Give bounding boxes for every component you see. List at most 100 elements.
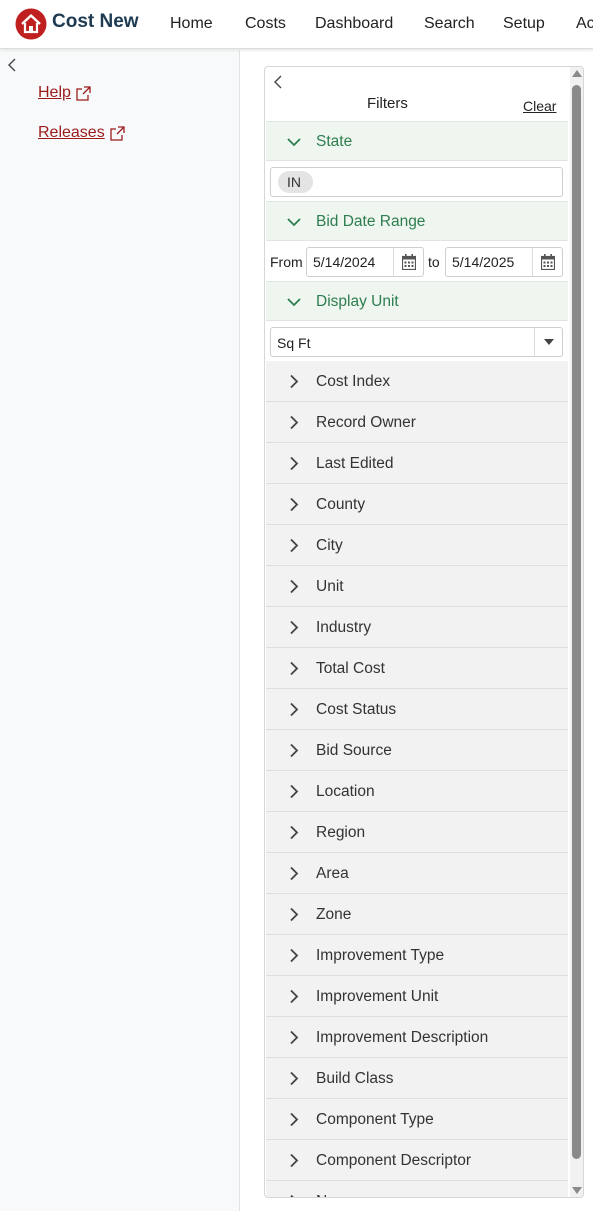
section-state-label: State — [316, 133, 353, 150]
chevron-right-icon — [290, 1071, 299, 1086]
nav-search[interactable]: Search — [424, 15, 475, 33]
filter-row-label: Improvement Type — [316, 947, 445, 964]
filter-row[interactable]: Improvement Type — [266, 935, 568, 976]
filter-row-label: Bid Source — [316, 742, 392, 759]
chevron-right-icon — [290, 948, 299, 963]
section-display-unit-label: Display Unit — [316, 293, 399, 310]
filter-row[interactable]: Industry — [266, 607, 568, 648]
filter-row-label: Improvement Unit — [316, 988, 439, 1005]
display-unit-select[interactable]: Sq Ft — [270, 327, 563, 357]
filter-row[interactable]: Record Owner — [266, 402, 568, 443]
releases-link-label: Releases — [38, 124, 105, 141]
filter-row-label: Industry — [316, 619, 372, 636]
filter-row[interactable]: Location — [266, 771, 568, 812]
external-link-icon — [76, 85, 91, 101]
calendar-icon — [402, 254, 416, 270]
dropdown-arrow-icon[interactable] — [534, 328, 562, 356]
filter-row[interactable]: Region — [266, 812, 568, 853]
chevron-down-icon — [287, 138, 301, 147]
nav-setup[interactable]: Setup — [503, 15, 545, 33]
chevron-right-icon — [290, 989, 299, 1004]
chevron-right-icon — [290, 1112, 299, 1127]
filter-row[interactable]: City — [266, 525, 568, 566]
filter-row-label: Cost Status — [316, 701, 397, 718]
from-label: From — [270, 254, 303, 270]
filter-row[interactable]: Component Type — [266, 1099, 568, 1140]
filter-row[interactable]: N... — [266, 1181, 568, 1197]
chevron-right-icon — [290, 456, 299, 471]
filter-row-label: Record Owner — [316, 414, 416, 431]
filter-row[interactable]: Unit — [266, 566, 568, 607]
releases-link[interactable]: Releases — [38, 124, 126, 142]
chevron-right-icon — [290, 1194, 294, 1197]
display-unit-value: Sq Ft — [277, 335, 311, 351]
scroll-down-arrow-icon[interactable] — [572, 1187, 582, 1194]
to-date-value: 5/14/2025 — [452, 254, 515, 270]
from-date-input[interactable]: 5/14/2024 — [306, 247, 424, 277]
filter-row-label: Zone — [316, 906, 352, 923]
filter-row-label: Total Cost — [316, 660, 385, 677]
calendar-icon — [541, 254, 555, 270]
filter-row-label: Location — [316, 783, 375, 800]
back-chevron-icon[interactable] — [272, 74, 284, 90]
chevron-right-icon — [290, 661, 299, 676]
section-display-unit-header[interactable]: Display Unit — [266, 281, 568, 321]
filters-title: Filters — [367, 95, 408, 112]
filter-row[interactable]: Last Edited — [266, 443, 568, 484]
state-multiselect[interactable]: IN — [270, 167, 563, 197]
chevron-right-icon — [290, 538, 299, 553]
filter-row[interactable]: Improvement Unit — [266, 976, 568, 1017]
filter-row[interactable]: Cost Index — [266, 361, 568, 402]
filter-row[interactable]: Zone — [266, 894, 568, 935]
external-link-icon — [110, 125, 125, 141]
chevron-right-icon — [290, 1030, 299, 1045]
filter-row-label: Last Edited — [316, 455, 394, 472]
nav-dashboard[interactable]: Dashboard — [315, 15, 393, 33]
chevron-down-icon — [287, 218, 301, 227]
filter-row[interactable]: Cost Status — [266, 689, 568, 730]
filter-row-label: Component Descriptor — [316, 1152, 472, 1169]
state-chip[interactable]: IN — [278, 171, 313, 193]
house-logo-icon[interactable] — [15, 8, 47, 40]
filter-row-label: Component Type — [316, 1111, 434, 1128]
nav-home[interactable]: Home — [170, 15, 213, 33]
app-title[interactable]: Cost New — [52, 11, 139, 33]
chevron-right-icon — [290, 866, 299, 881]
filter-row-label: Region — [316, 824, 366, 841]
clear-filters-button[interactable]: Clear — [523, 98, 556, 114]
filter-row-label: County — [316, 496, 366, 513]
filters-panel: Filters Clear State IN Bid Date Range Fr… — [264, 66, 584, 1198]
chevron-right-icon — [290, 497, 299, 512]
filter-row[interactable]: Build Class — [266, 1058, 568, 1099]
filter-row-label: Improvement Description — [316, 1029, 489, 1046]
chevron-right-icon — [290, 1153, 299, 1168]
top-navbar: Cost New Home Costs Dashboard Search Set… — [0, 0, 593, 49]
collapse-sidebar-icon[interactable] — [5, 57, 19, 73]
scrollbar-thumb[interactable] — [572, 85, 581, 1159]
chevron-right-icon — [290, 374, 299, 389]
section-state-header[interactable]: State — [266, 121, 568, 161]
to-date-input[interactable]: 5/14/2025 — [445, 247, 563, 277]
filter-row[interactable]: Area — [266, 853, 568, 894]
help-link[interactable]: Help — [38, 84, 92, 102]
chevron-right-icon — [290, 825, 299, 840]
chevron-right-icon — [290, 743, 299, 758]
nav-costs[interactable]: Costs — [245, 15, 286, 33]
nav-overflow-item[interactable]: Ac — [576, 15, 593, 33]
to-date-picker-button[interactable] — [532, 248, 562, 276]
scroll-up-arrow-icon[interactable] — [572, 70, 582, 77]
chevron-right-icon — [290, 620, 299, 635]
filter-row-label: Build Class — [316, 1070, 394, 1087]
sidebar: Help Releases — [0, 50, 240, 1211]
filter-row[interactable]: Component Descriptor — [266, 1140, 568, 1181]
filter-row[interactable]: Total Cost — [266, 648, 568, 689]
filter-row[interactable]: Bid Source — [266, 730, 568, 771]
section-bid-date-range-header[interactable]: Bid Date Range — [266, 201, 568, 241]
from-date-picker-button[interactable] — [393, 248, 423, 276]
filter-row[interactable]: Improvement Description — [266, 1017, 568, 1058]
chevron-right-icon — [290, 579, 299, 594]
filter-row-label: Cost Index — [316, 373, 391, 390]
help-link-label: Help — [38, 84, 71, 101]
chevron-right-icon — [290, 784, 299, 799]
filter-row[interactable]: County — [266, 484, 568, 525]
